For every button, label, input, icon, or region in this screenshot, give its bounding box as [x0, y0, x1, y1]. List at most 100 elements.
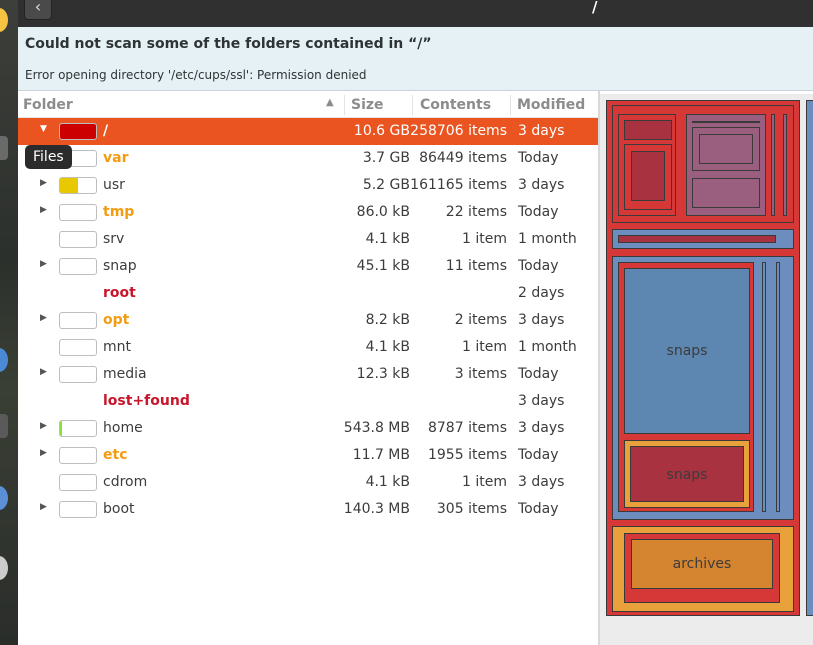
- folder-contents: 1 item: [462, 231, 507, 247]
- table-row[interactable]: ▶ etc 11.7 MB 1955 items Today: [18, 442, 598, 469]
- expander-closed-icon[interactable]: ▶: [40, 367, 47, 377]
- folder-size: 3.7 GB: [362, 150, 410, 166]
- table-row[interactable]: ▶ usr 5.2 GB 161165 items 3 days: [18, 172, 598, 199]
- expander-closed-icon[interactable]: ▶: [40, 502, 47, 512]
- dock-app-icon[interactable]: [0, 348, 8, 372]
- folder-size: 140.3 MB: [343, 501, 410, 517]
- folder-size: 4.1 kB: [365, 231, 410, 247]
- treemap-block[interactable]: [776, 262, 780, 512]
- usage-bar: [59, 339, 97, 356]
- folder-modified: Today: [518, 258, 559, 274]
- folder-name: var: [103, 150, 129, 166]
- table-row[interactable]: ▶ tmp 86.0 kB 22 items Today: [18, 199, 598, 226]
- dock-app-icon[interactable]: [0, 556, 8, 580]
- usage-bar: [59, 420, 97, 437]
- table-row[interactable]: ▶ boot 140.3 MB 305 items Today: [18, 496, 598, 523]
- folder-name: /: [103, 123, 109, 139]
- expander-closed-icon[interactable]: ▶: [40, 205, 47, 215]
- treemap-chart[interactable]: snaps snaps archives: [600, 94, 813, 645]
- treemap-block[interactable]: [692, 121, 760, 123]
- dock-app-icon[interactable]: [0, 414, 8, 438]
- table-row[interactable]: ▶ media 12.3 kB 3 items Today: [18, 361, 598, 388]
- folder-modified: 3 days: [518, 123, 565, 139]
- folder-contents: 11 items: [445, 258, 507, 274]
- dock: [0, 0, 18, 645]
- back-button[interactable]: ‹: [24, 0, 52, 20]
- folder-modified: Today: [518, 366, 559, 382]
- chevron-left-icon: ‹: [34, 0, 42, 16]
- folder-size: 543.8 MB: [343, 420, 410, 436]
- expander-closed-icon[interactable]: ▶: [40, 421, 47, 431]
- usage-bar: [59, 231, 97, 248]
- folder-name: mnt: [103, 339, 131, 355]
- column-header-contents[interactable]: Contents: [420, 97, 491, 113]
- column-header-size[interactable]: Size: [351, 97, 384, 113]
- folder-modified: Today: [518, 447, 559, 463]
- treemap-block[interactable]: [631, 151, 665, 201]
- folder-name: home: [103, 420, 143, 436]
- table-row[interactable]: ▶ opt 8.2 kB 2 items 3 days: [18, 307, 598, 334]
- expander-closed-icon[interactable]: ▶: [40, 178, 47, 188]
- usage-bar-fill: [60, 178, 78, 193]
- folder-contents: 3 items: [454, 366, 507, 382]
- treemap-block[interactable]: [624, 120, 672, 140]
- table-row[interactable]: ▼ / 10.6 GB 258706 items 3 days: [18, 118, 598, 145]
- folder-name: opt: [103, 312, 130, 328]
- usage-bar: [59, 312, 97, 329]
- dock-app-icon[interactable]: [0, 136, 8, 160]
- folder-modified: 3 days: [518, 474, 565, 490]
- folder-name: usr: [103, 177, 125, 193]
- window-title: /: [592, 0, 598, 16]
- expander-open-icon[interactable]: ▼: [40, 124, 47, 134]
- table-row[interactable]: ▶ snap 45.1 kB 11 items Today: [18, 253, 598, 280]
- treemap-block[interactable]: [618, 235, 776, 243]
- folder-tree[interactable]: Folder ▲ Size Contents Modified ▼ / 10.6 G…: [18, 91, 598, 645]
- column-header-folder[interactable]: Folder: [23, 97, 73, 113]
- folder-name: tmp: [103, 204, 135, 220]
- treemap-snaps-large[interactable]: snaps: [624, 268, 750, 434]
- treemap-block[interactable]: [771, 114, 775, 216]
- treemap-block[interactable]: [699, 134, 753, 164]
- table-row[interactable]: var 3.7 GB 86449 items Today: [18, 145, 598, 172]
- expander-closed-icon[interactable]: ▶: [40, 313, 47, 323]
- treemap-archives[interactable]: archives: [631, 539, 773, 589]
- usage-bar: [59, 177, 97, 194]
- column-separator: [510, 95, 511, 115]
- usage-bar: [59, 366, 97, 383]
- table-row[interactable]: cdrom 4.1 kB 1 item 3 days: [18, 469, 598, 496]
- table-row[interactable]: srv 4.1 kB 1 item 1 month: [18, 226, 598, 253]
- treemap-block[interactable]: [692, 178, 760, 208]
- folder-size: 10.6 GB: [353, 123, 410, 139]
- usage-bar: [59, 447, 97, 464]
- dock-app-icon[interactable]: [0, 486, 8, 510]
- folder-size: 8.2 kB: [365, 312, 410, 328]
- folder-contents: 2 items: [454, 312, 507, 328]
- folder-modified: 1 month: [518, 231, 577, 247]
- folder-contents: 22 items: [445, 204, 507, 220]
- table-row[interactable]: root 2 days: [18, 280, 598, 307]
- folder-modified: Today: [518, 204, 559, 220]
- column-header-modified[interactable]: Modified: [517, 97, 585, 113]
- usage-bar: [59, 501, 97, 518]
- expander-closed-icon[interactable]: ▶: [40, 448, 47, 458]
- treemap-label: archives: [672, 556, 732, 572]
- folder-contents: 1 item: [462, 339, 507, 355]
- treemap-snaps-small[interactable]: snaps: [630, 446, 744, 502]
- table-row[interactable]: ▶ home 543.8 MB 8787 items 3 days: [18, 415, 598, 442]
- folder-name: lost+found: [103, 393, 190, 409]
- dock-app-icon[interactable]: [0, 8, 8, 32]
- expander-closed-icon[interactable]: ▶: [40, 259, 47, 269]
- folder-contents: 161165 items: [410, 177, 507, 193]
- folder-modified: 3 days: [518, 177, 565, 193]
- folder-contents: 1955 items: [427, 447, 507, 463]
- folder-modified: 3 days: [518, 420, 565, 436]
- folder-contents: 86449 items: [419, 150, 507, 166]
- folder-name: srv: [103, 231, 125, 247]
- treemap-block[interactable]: [783, 114, 787, 216]
- folder-modified: 3 days: [518, 312, 565, 328]
- table-row[interactable]: mnt 4.1 kB 1 item 1 month: [18, 334, 598, 361]
- treemap-block[interactable]: [806, 100, 813, 616]
- treemap-block[interactable]: [762, 262, 766, 512]
- column-separator: [344, 95, 345, 115]
- table-row[interactable]: lost+found 3 days: [18, 388, 598, 415]
